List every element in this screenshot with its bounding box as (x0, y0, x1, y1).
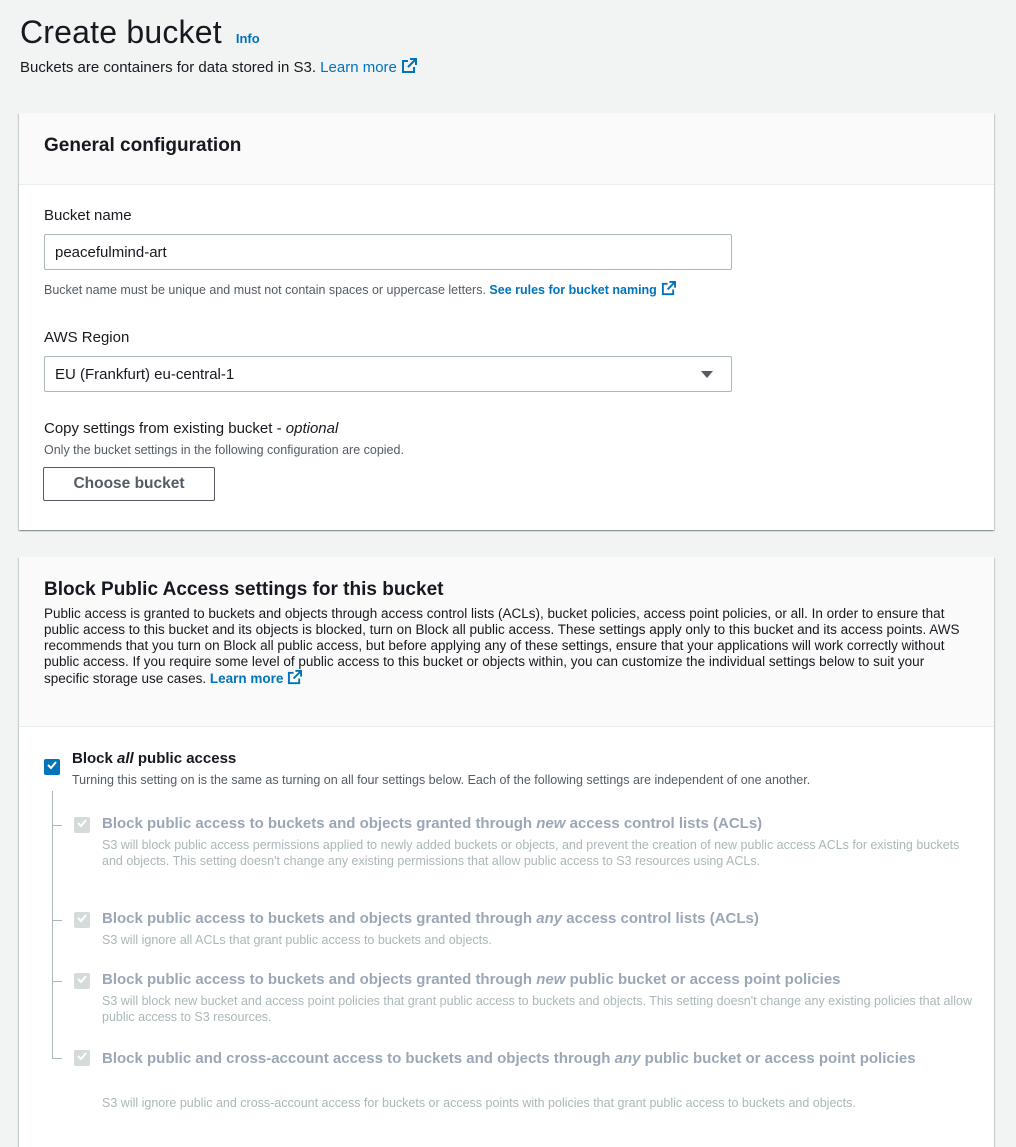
block-any-policies-description: S3 will ignore public and cross-account … (102, 1096, 856, 1110)
block-any-acls-checkbox[interactable] (74, 912, 90, 928)
page-header: Create bucket Info Buckets are container… (20, 14, 417, 76)
block-any-policies-checkbox[interactable] (74, 1050, 90, 1066)
block-any-policies-title: Block public and cross-account access to… (102, 1048, 962, 1070)
block-all-title-em: all (117, 750, 134, 767)
bucket-name-label: Bucket name (44, 207, 132, 224)
block-new-acls-description: S3 will block public access permissions … (102, 838, 960, 868)
block-all-title-pre: Block (72, 750, 118, 767)
page-title: Create bucket (20, 14, 222, 50)
bucket-naming-rules-label: See rules for bucket naming (489, 283, 657, 297)
check-icon (46, 758, 58, 776)
tree-branch (52, 981, 62, 982)
block-new-policies-title: Block public access to buckets and objec… (102, 971, 841, 988)
tree-branch (52, 825, 62, 826)
block-public-access-header: Block Public Access settings for this bu… (19, 557, 994, 727)
aws-region-select[interactable]: EU (Frankfurt) eu-central-1 (44, 356, 732, 392)
tree-branch (52, 1058, 62, 1059)
block-new-acls-checkbox[interactable] (74, 817, 90, 833)
block-any-acls-title-pre: Block public access to buckets and objec… (102, 910, 537, 927)
aws-region-label: AWS Region (44, 329, 130, 346)
learn-more-link[interactable]: Learn more (320, 58, 417, 76)
external-link-icon (661, 281, 676, 296)
tree-branch (52, 920, 62, 921)
block-all-title: Block all public access (72, 750, 236, 767)
bucket-name-input[interactable] (44, 234, 732, 270)
bucket-name-hint-text: Bucket name must be unique and must not … (44, 283, 486, 297)
block-new-policies-checkbox[interactable] (74, 973, 90, 989)
block-new-acls-title-em: new (536, 815, 566, 832)
page-subtitle-text: Buckets are containers for data stored i… (20, 59, 316, 76)
check-icon (76, 816, 88, 834)
block-any-acls-description: S3 will ignore all ACLs that grant publi… (102, 933, 492, 947)
block-any-acls-title: Block public access to buckets and objec… (102, 910, 759, 927)
block-any-policies-title-post: public bucket or access point policies (640, 1050, 916, 1067)
external-link-icon (401, 58, 417, 74)
bucket-naming-rules-link[interactable]: See rules for bucket naming (489, 281, 676, 297)
aws-region-value: EU (Frankfurt) eu-central-1 (55, 365, 235, 383)
copy-settings-hint: Only the bucket settings in the followin… (44, 443, 404, 457)
bucket-name-hint: Bucket name must be unique and must not … (44, 281, 676, 297)
block-learn-more-label: Learn more (209, 671, 284, 686)
general-configuration-header: General configuration (19, 113, 994, 185)
block-any-policies-title-em: any (614, 1050, 641, 1067)
block-new-policies-title-pre: Block public access to buckets and objec… (102, 971, 537, 988)
choose-bucket-button[interactable]: Choose bucket (43, 467, 215, 501)
external-link-icon (287, 670, 303, 685)
copy-settings-optional: optional (285, 420, 339, 437)
block-public-access-description-text: Public access is granted to buckets and … (44, 606, 960, 686)
copy-settings-label: Copy settings from existing bucket - opt… (44, 420, 338, 437)
block-any-acls-title-em: any (536, 910, 563, 927)
info-link[interactable]: Info (236, 31, 260, 46)
block-new-policies-title-em: new (536, 971, 566, 988)
block-public-access-panel: Block Public Access settings for this bu… (19, 557, 994, 1147)
block-public-access-description: Public access is granted to buckets and … (44, 606, 969, 687)
block-all-checkbox[interactable] (44, 759, 60, 775)
general-configuration-panel: General configuration Bucket name Bucket… (19, 113, 994, 530)
check-icon (76, 911, 88, 929)
block-new-acls-title-post: access control lists (ACLs) (565, 815, 763, 832)
block-learn-more-link[interactable]: Learn more (209, 670, 303, 686)
block-new-policies-title-post: public bucket or access point policies (565, 971, 841, 988)
block-public-access-heading: Block Public Access settings for this bu… (44, 579, 444, 600)
check-icon (76, 972, 88, 990)
tree-connector (52, 791, 53, 1059)
caret-down-icon (701, 370, 713, 378)
page-subtitle: Buckets are containers for data stored i… (20, 58, 417, 76)
block-new-policies-description: S3 will block new bucket and access poin… (102, 994, 973, 1024)
check-icon (76, 1049, 88, 1067)
block-new-acls-title: Block public access to buckets and objec… (102, 815, 762, 832)
block-all-title-post: public access (133, 750, 237, 767)
block-any-acls-title-post: access control lists (ACLs) (562, 910, 759, 927)
block-new-acls-title-pre: Block public access to buckets and objec… (102, 815, 537, 832)
learn-more-label: Learn more (320, 59, 397, 76)
block-all-description: Turning this setting on is the same as t… (72, 773, 811, 787)
copy-settings-label-text: Copy settings from existing bucket - (44, 420, 282, 437)
general-configuration-heading: General configuration (44, 135, 242, 156)
block-any-policies-title-pre: Block public and cross-account access to… (102, 1050, 615, 1067)
